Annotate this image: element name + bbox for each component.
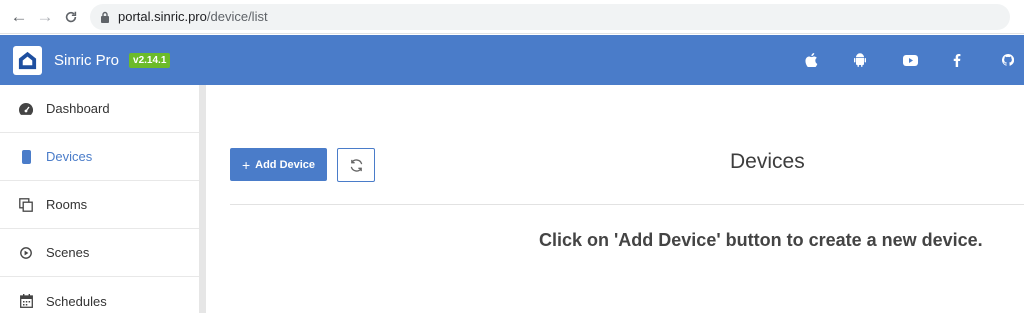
youtube-icon[interactable] (900, 50, 920, 70)
sidebar-item-label: Rooms (46, 197, 88, 212)
dashboard-icon (18, 101, 34, 117)
calendar-icon (18, 293, 34, 309)
version-badge: v2.14.1 (129, 52, 171, 68)
logo[interactable] (13, 45, 42, 75)
page-title: Devices (730, 150, 805, 173)
lock-icon (101, 11, 109, 23)
sidebar-item-devices[interactable]: Devices (0, 133, 199, 181)
sidebar-item-label: Devices (46, 149, 93, 164)
add-device-label: Add Device (255, 158, 316, 171)
refresh-icon (350, 158, 362, 172)
main-content: + Add Device Devices Click on 'Add Devic… (206, 85, 1024, 313)
sidebar-item-label: Schedules (46, 293, 107, 309)
reload-icon[interactable] (58, 4, 84, 30)
scenes-icon (18, 245, 34, 261)
brand-name: Sinric Pro (54, 51, 120, 69)
address-bar[interactable]: portal.sinric.pro/device/list (90, 3, 1010, 30)
sidebar-item-label: Scenes (46, 245, 90, 260)
forward-arrow-icon[interactable]: → (32, 4, 58, 30)
sidebar-item-schedules[interactable]: Schedules (0, 277, 199, 325)
android-icon[interactable] (850, 50, 870, 70)
refresh-button[interactable] (337, 148, 375, 182)
divider (230, 204, 1024, 205)
sidebar-item-rooms[interactable]: Rooms (0, 181, 199, 229)
url-host: portal.sinric.pro (118, 9, 207, 24)
add-device-button[interactable]: + Add Device (230, 148, 327, 181)
rooms-icon (18, 197, 34, 213)
browser-toolbar: ← → portal.sinric.pro/device/list (0, 0, 1024, 34)
app-header: Sinric Pro v2.14.1 (0, 35, 1024, 85)
apple-icon[interactable] (801, 50, 821, 70)
plus-icon: + (241, 156, 251, 173)
sidebar-item-label: Dashboard (46, 101, 110, 116)
empty-state-message: Click on 'Add Device' button to create a… (539, 230, 983, 250)
back-arrow-icon[interactable]: ← (6, 4, 32, 30)
github-icon[interactable] (998, 50, 1018, 70)
sidebar: Dashboard Devices Rooms Scenes Schedules (0, 85, 206, 313)
url-path: /device/list (206, 9, 268, 24)
facebook-icon[interactable] (947, 50, 967, 70)
sidebar-item-dashboard[interactable]: Dashboard (0, 85, 199, 133)
sidebar-item-scenes[interactable]: Scenes (0, 229, 199, 277)
device-icon (18, 149, 34, 165)
